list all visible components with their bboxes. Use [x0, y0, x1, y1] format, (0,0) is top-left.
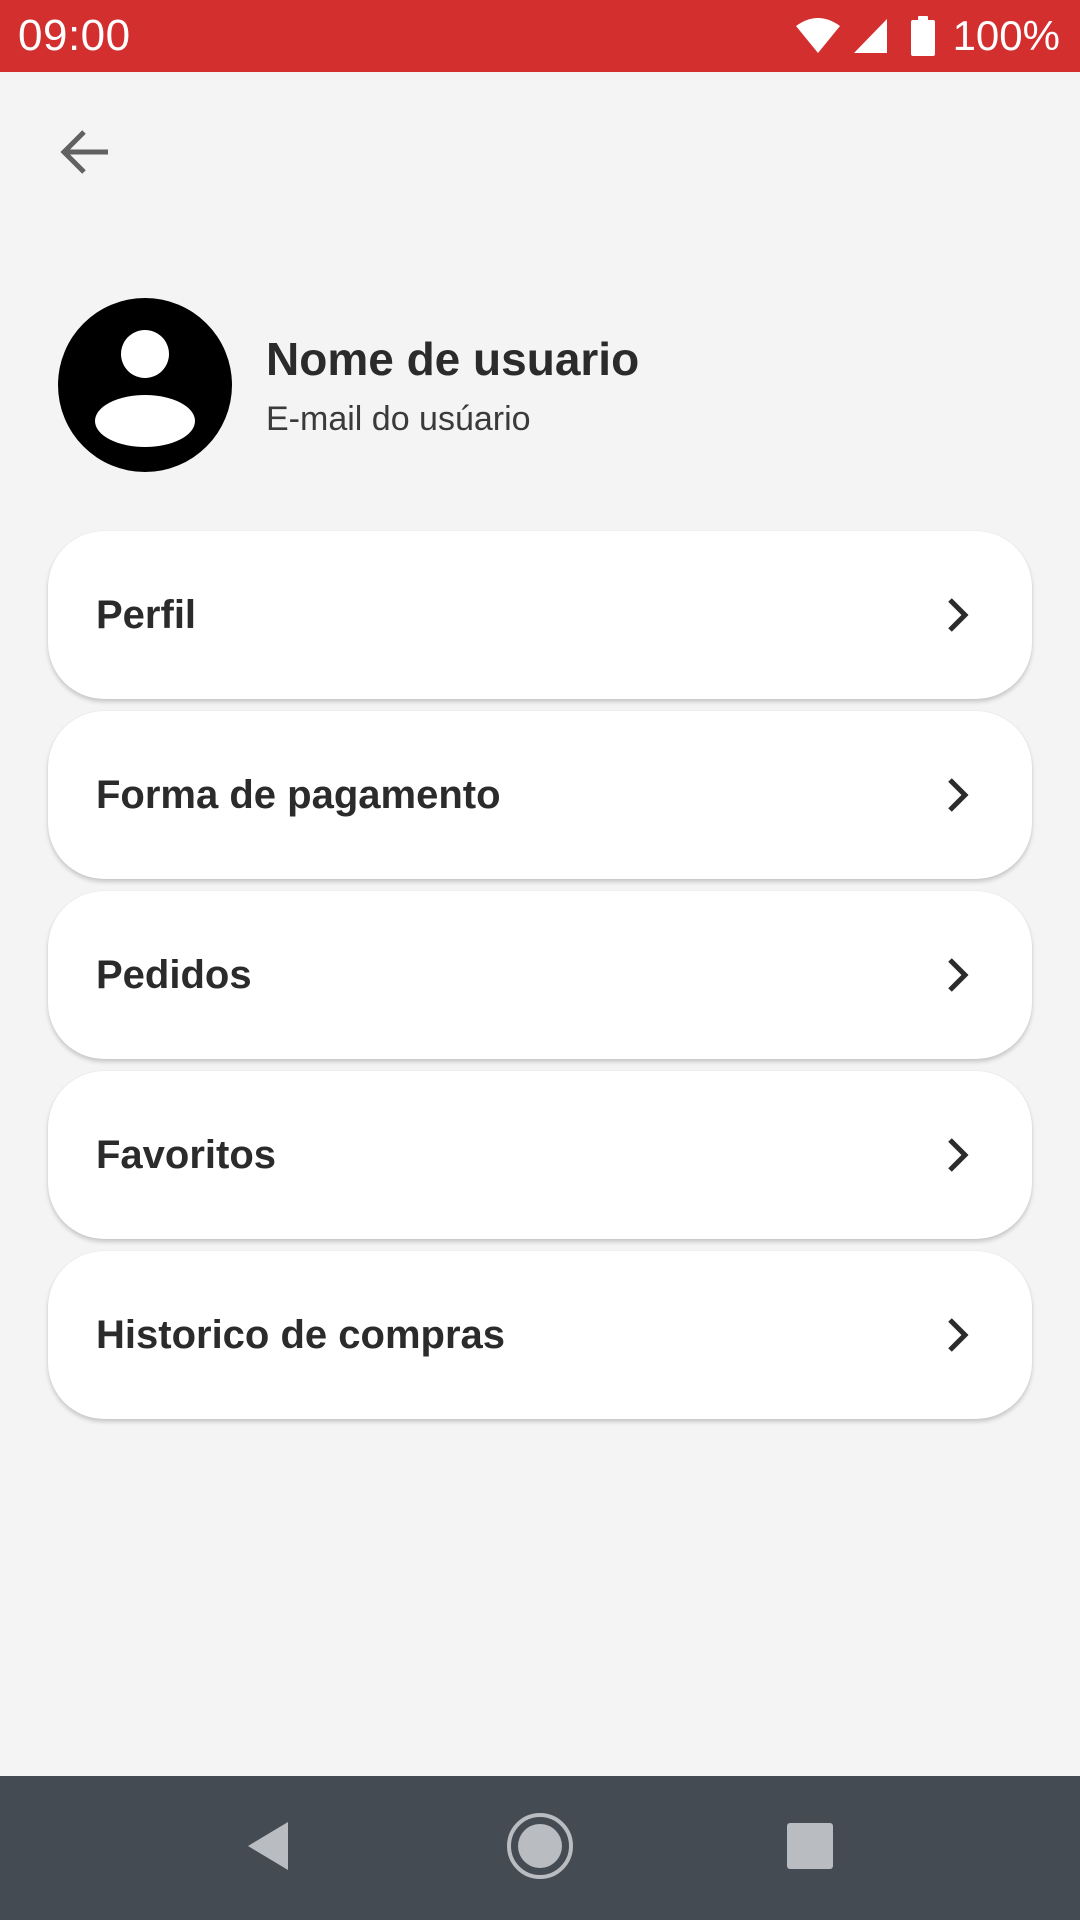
- menu-item-favoritos[interactable]: Favoritos: [48, 1071, 1032, 1239]
- profile-name: Nome de usuario: [266, 332, 640, 385]
- menu-list: Perfil Forma de pagamento Pedidos Favori…: [48, 531, 1032, 1431]
- nav-back-icon: [244, 1820, 292, 1877]
- chevron-right-icon: [946, 956, 970, 994]
- profile-text: Nome de usuario E-mail do usúario: [266, 332, 639, 439]
- arrow-left-icon: [58, 128, 110, 181]
- nav-home-button[interactable]: [504, 1812, 576, 1884]
- battery-icon: [910, 16, 935, 56]
- menu-item-label: Pedidos: [96, 952, 252, 997]
- status-icons: 100%: [795, 12, 1060, 60]
- account-circle-icon: [58, 298, 232, 476]
- chevron-right-icon: [946, 776, 970, 814]
- nav-home-icon: [505, 1811, 575, 1886]
- status-time: 09:00: [18, 11, 131, 60]
- menu-item-label: Perfil: [96, 592, 197, 637]
- menu-item-historico-de-compras[interactable]: Historico de compras: [48, 1251, 1032, 1419]
- menu-item-forma-de-pagamento[interactable]: Forma de pagamento: [48, 711, 1032, 879]
- profile-header: Nome de usuario E-mail do usúario: [58, 298, 639, 472]
- wifi-icon: [795, 18, 841, 54]
- battery-percentage: 100%: [952, 12, 1060, 59]
- nav-back-button[interactable]: [232, 1812, 304, 1884]
- chevron-right-icon: [946, 596, 970, 634]
- nav-recents-icon: [786, 1822, 834, 1875]
- menu-item-label: Favoritos: [96, 1132, 277, 1177]
- signal-icon: [853, 18, 889, 54]
- status-bar: 09:00 100%: [0, 0, 1080, 72]
- profile-email: E-mail do usúario: [266, 399, 531, 438]
- menu-item-label: Forma de pagamento: [96, 772, 501, 817]
- nav-recents-button[interactable]: [774, 1812, 846, 1884]
- navigation-bar: [0, 1776, 1080, 1920]
- menu-item-label: Historico de compras: [96, 1312, 506, 1357]
- menu-item-pedidos[interactable]: Pedidos: [48, 891, 1032, 1059]
- chevron-right-icon: [946, 1316, 970, 1354]
- avatar: [58, 298, 232, 472]
- chevron-right-icon: [946, 1136, 970, 1174]
- menu-item-perfil[interactable]: Perfil: [48, 531, 1032, 699]
- back-button[interactable]: [48, 118, 120, 190]
